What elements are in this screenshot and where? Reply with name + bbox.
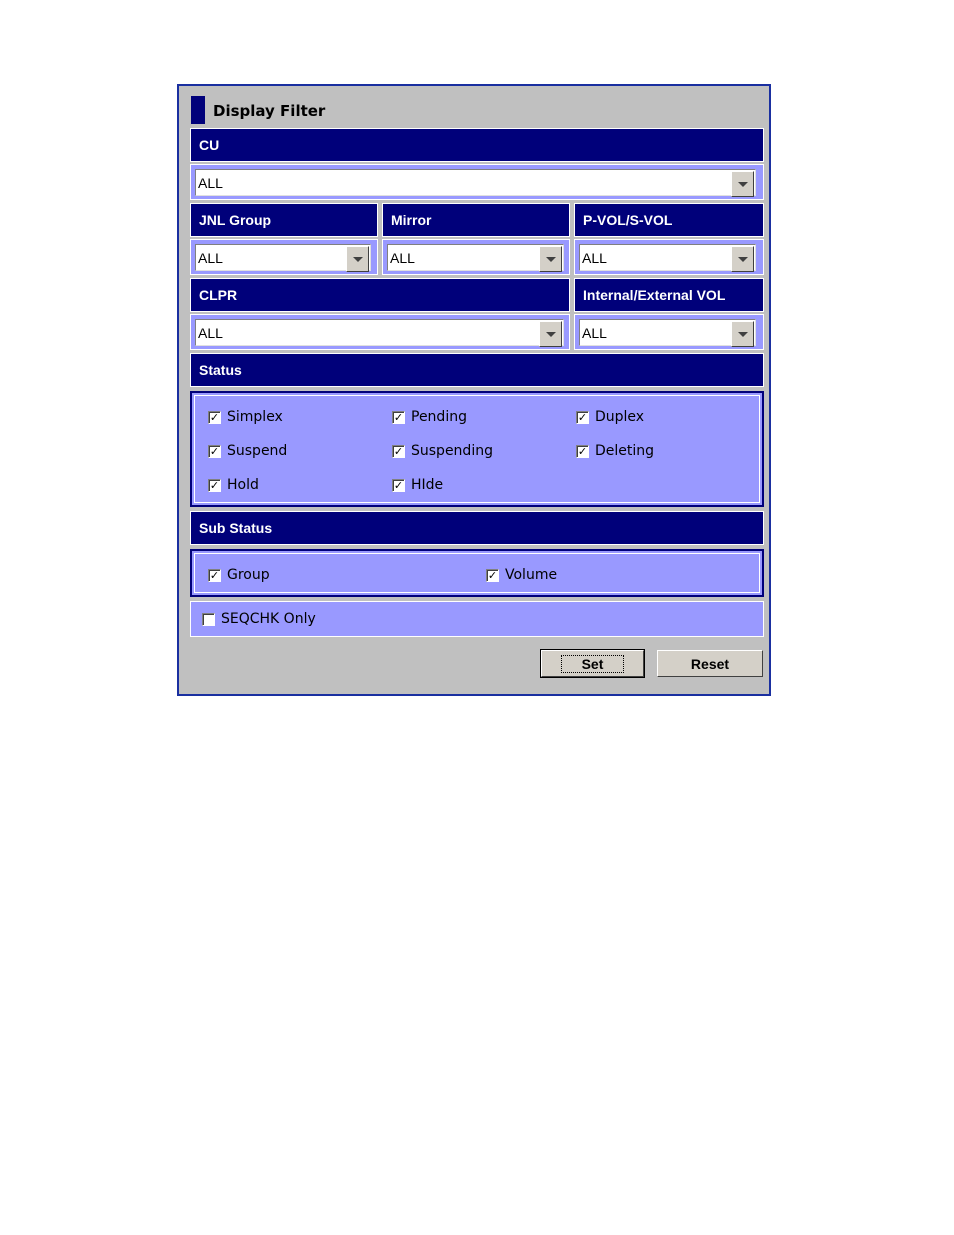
status-hold-label: Hold — [227, 477, 259, 493]
sub-status-inner — [194, 553, 760, 593]
chevron-down-icon — [545, 256, 556, 262]
check-icon: ✓ — [392, 478, 405, 492]
status-simplex-label: Simplex — [227, 409, 283, 425]
cu-dropdown-button[interactable] — [731, 171, 754, 197]
pvol-svol-select[interactable]: ALL — [579, 244, 756, 272]
sub-status-group: ✓ Group ✓ Volume — [190, 549, 764, 597]
reset-button[interactable]: Reset — [657, 650, 763, 677]
title-marker — [191, 96, 205, 124]
display-filter-dialog: Display Filter CU ALL JNL Group Mirror P… — [177, 84, 771, 696]
checkbox-box — [202, 612, 215, 626]
status-pending-checkbox[interactable]: ✓ Pending — [392, 409, 467, 425]
status-header: Status — [190, 353, 764, 387]
status-hide-label: HIde — [411, 477, 444, 493]
chevron-down-icon — [352, 256, 363, 262]
pvol-svol-header: P-VOL/S-VOL — [574, 203, 764, 237]
check-icon: ✓ — [576, 410, 589, 424]
status-pending-label: Pending — [411, 409, 467, 425]
jnl-group-header: JNL Group — [190, 203, 378, 237]
check-icon: ✓ — [576, 444, 589, 458]
check-icon: ✓ — [208, 410, 221, 424]
status-deleting-label: Deleting — [595, 443, 655, 459]
set-button[interactable]: Set — [540, 649, 645, 678]
cu-select-value: ALL — [198, 175, 223, 191]
check-icon: ✓ — [486, 568, 499, 582]
status-suspending-label: Suspending — [411, 443, 493, 459]
chevron-down-icon — [545, 331, 556, 337]
internal-external-vol-header: Internal/External VOL — [574, 278, 764, 312]
mirror-select[interactable]: ALL — [387, 244, 564, 272]
pvol-svol-dropdown-button[interactable] — [731, 246, 754, 272]
cu-select[interactable]: ALL — [195, 169, 756, 197]
sub-status-group-label: Group — [227, 567, 270, 583]
status-suspend-checkbox[interactable]: ✓ Suspend — [208, 443, 287, 459]
jnl-group-dropdown-button[interactable] — [346, 246, 369, 272]
internal-external-vol-dropdown-button[interactable] — [731, 321, 754, 347]
seqchk-only-checkbox[interactable]: SEQCHK Only — [202, 611, 316, 627]
cu-panel: ALL — [190, 164, 764, 200]
chevron-down-icon — [737, 181, 748, 187]
mirror-header: Mirror — [382, 203, 570, 237]
check-icon: ✓ — [392, 410, 405, 424]
check-icon: ✓ — [208, 568, 221, 582]
internal-external-vol-select-value: ALL — [582, 325, 607, 341]
pvol-svol-select-value: ALL — [582, 250, 607, 266]
status-suspend-label: Suspend — [227, 443, 288, 459]
seqchk-only-label: SEQCHK Only — [221, 611, 316, 627]
sub-status-volume-label: Volume — [505, 567, 558, 583]
check-icon: ✓ — [392, 444, 405, 458]
status-suspending-checkbox[interactable]: ✓ Suspending — [392, 443, 493, 459]
clpr-header: CLPR — [190, 278, 570, 312]
jnl-group-panel: ALL — [190, 239, 378, 275]
mirror-dropdown-button[interactable] — [539, 246, 562, 272]
status-deleting-checkbox[interactable]: ✓ Deleting — [576, 443, 654, 459]
internal-external-vol-select[interactable]: ALL — [579, 319, 756, 347]
status-duplex-label: Duplex — [595, 409, 645, 425]
chevron-down-icon — [737, 256, 748, 262]
sub-status-volume-checkbox[interactable]: ✓ Volume — [486, 567, 557, 583]
set-button-label: Set — [560, 654, 625, 673]
status-duplex-checkbox[interactable]: ✓ Duplex — [576, 409, 644, 425]
dialog-title: Display Filter — [213, 102, 326, 120]
status-group: ✓ Simplex ✓ Pending ✓ Duplex ✓ Suspend ✓ Susp… — [190, 391, 764, 507]
mirror-panel: ALL — [382, 239, 570, 275]
clpr-dropdown-button[interactable] — [539, 321, 562, 347]
clpr-select-value: ALL — [198, 325, 223, 341]
pvol-svol-panel: ALL — [574, 239, 764, 275]
mirror-select-value: ALL — [390, 250, 415, 266]
check-icon: ✓ — [208, 444, 221, 458]
status-hold-checkbox[interactable]: ✓ Hold — [208, 477, 259, 493]
clpr-select[interactable]: ALL — [195, 319, 564, 347]
jnl-group-select[interactable]: ALL — [195, 244, 371, 272]
sub-status-header: Sub Status — [190, 511, 764, 545]
check-icon: ✓ — [208, 478, 221, 492]
seqchk-panel: SEQCHK Only — [190, 601, 764, 637]
clpr-panel: ALL — [190, 314, 570, 350]
chevron-down-icon — [737, 331, 748, 337]
sub-status-group-checkbox[interactable]: ✓ Group — [208, 567, 270, 583]
internal-external-vol-panel: ALL — [574, 314, 764, 350]
status-hide-checkbox[interactable]: ✓ HIde — [392, 477, 443, 493]
status-simplex-checkbox[interactable]: ✓ Simplex — [208, 409, 283, 425]
cu-header: CU — [190, 128, 764, 162]
jnl-group-select-value: ALL — [198, 250, 223, 266]
